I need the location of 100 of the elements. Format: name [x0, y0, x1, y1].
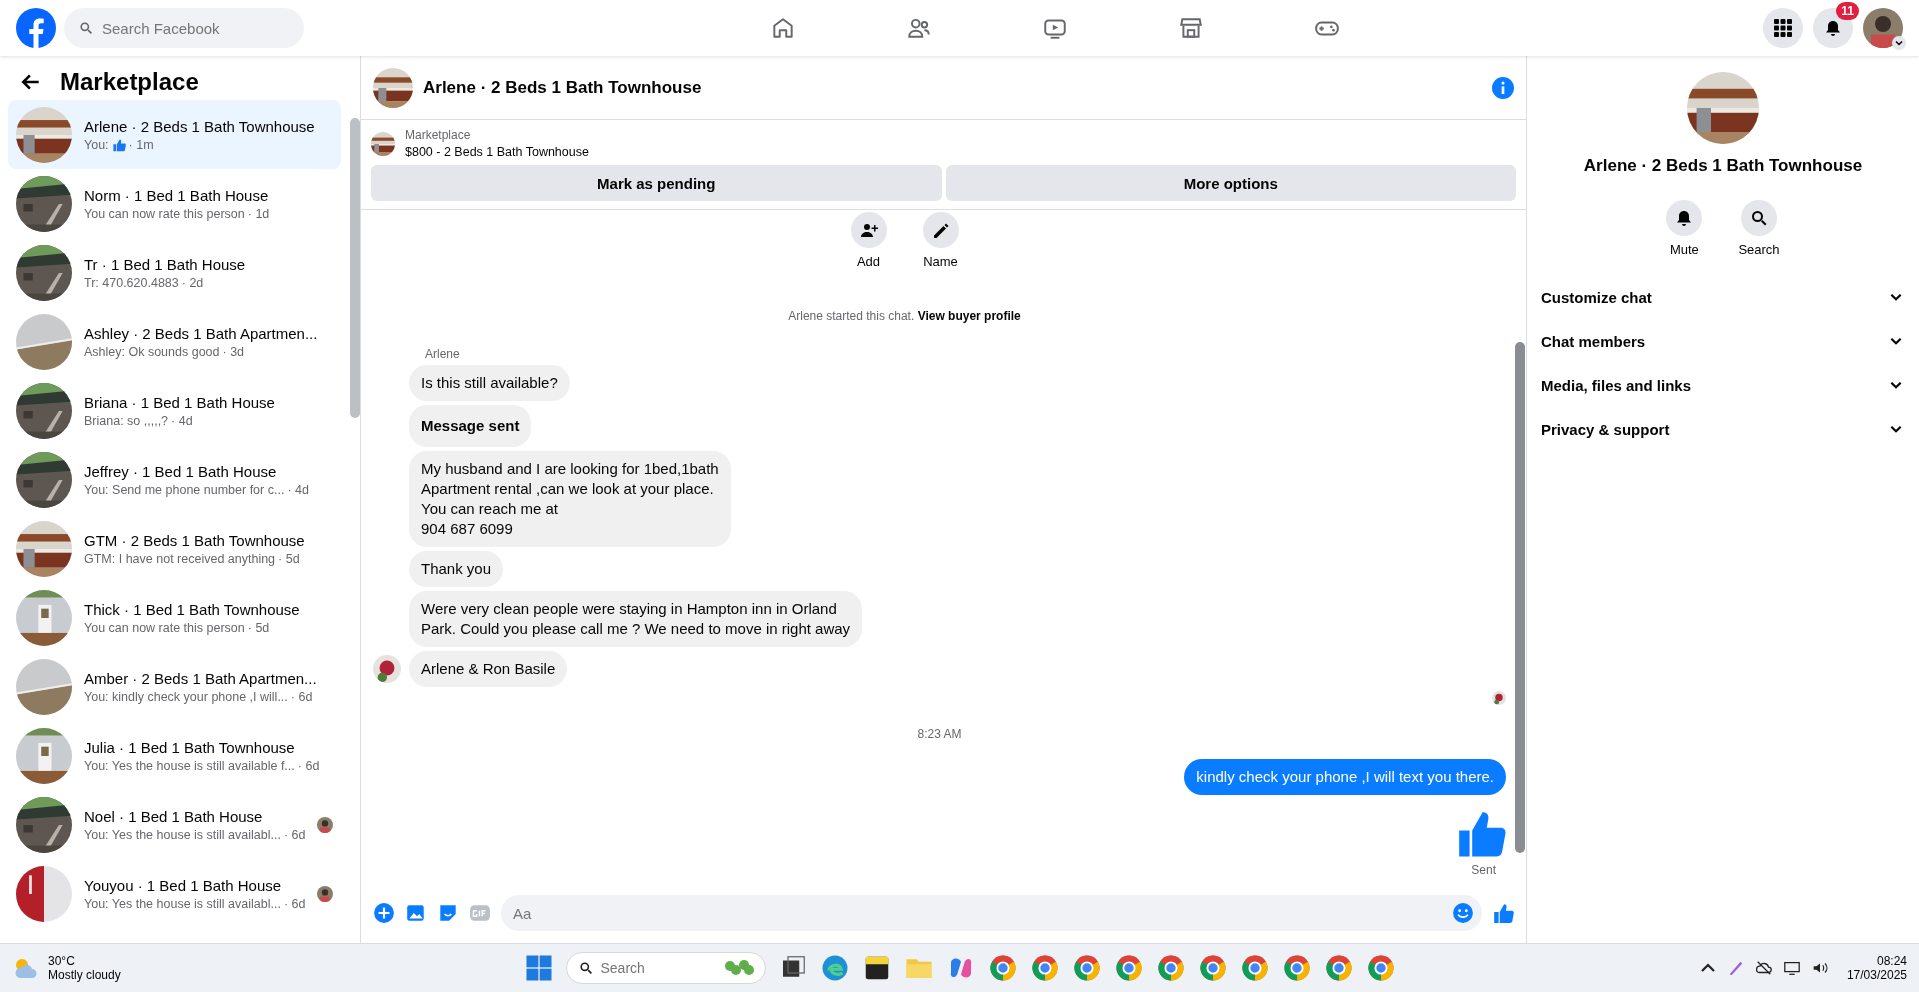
thumbs-up-icon[interactable]: [1492, 902, 1514, 924]
search-icon: [78, 20, 94, 36]
conversation-title: Noel · 1 Bed 1 Bath House: [84, 807, 264, 825]
action-label: Name: [923, 254, 958, 269]
cloud-off-icon[interactable]: [1754, 959, 1773, 977]
message-preview: You: kindly check your phone ,I will...: [84, 689, 288, 704]
conversation-item[interactable]: Ashley · 2 Beds 1 Bath Apartmen... Ashley: Ok sounds good · 3d: [8, 307, 342, 376]
clock-time[interactable]: 08:24: [1876, 954, 1907, 968]
section-toggle[interactable]: Privacy & support: [1541, 407, 1903, 451]
conversation-title: Norm · 1 Bed 1 Bath House: [84, 186, 270, 204]
search-icon: [577, 960, 594, 976]
conversation-item[interactable]: Thick · 1 Bed 1 Bath Townhouse You can now rate this person · 5d: [8, 583, 342, 652]
message-bubble: Thank you: [409, 551, 504, 587]
message-time: · 5d: [247, 620, 270, 635]
sender-name: Arlene: [425, 347, 461, 361]
browser-icon[interactable]: [1197, 953, 1228, 983]
conversation-item[interactable]: Arlene · 2 Beds 1 Bath Townhouse You: · 1m: [8, 100, 342, 169]
conversation-title: Tr · 1 Bed 1 Bath House: [84, 255, 247, 273]
page-title: Marketplace: [60, 68, 199, 96]
conversation-title: Thick · 1 Bed 1 Bath Townhouse: [84, 600, 301, 618]
conversation-title: Arlene · 2 Beds 1 Bath Townhouse: [84, 117, 316, 135]
message-preview: You can now rate this person: [84, 206, 245, 221]
conversation-item[interactable]: Noel · 1 Bed 1 Bath House You: Yes the house is still availabl... · 6d: [8, 790, 342, 859]
message-preview: You: Send me phone number for c...: [84, 482, 285, 497]
emoji-icon[interactable]: [1452, 902, 1474, 924]
message-bubble: Message sent: [409, 405, 532, 447]
taskbar-search-field[interactable]: Search: [565, 952, 766, 984]
message-preview: You: Yes the house is still availabl...: [84, 896, 281, 911]
conversation-title: GTM · 2 Beds 1 Bath Townhouse: [84, 531, 306, 549]
menu-button[interactable]: [1763, 8, 1803, 48]
monitor-icon[interactable]: [1782, 959, 1801, 977]
browser-icon[interactable]: [1155, 953, 1186, 983]
conversation-item[interactable]: Julia · 1 Bed 1 Bath Townhouse You: Yes the house is still available f... · 6d: [8, 721, 342, 790]
conversation-item[interactable]: Tr · 1 Bed 1 Bath House Tr: 470.620.4883 · 2d: [8, 238, 342, 307]
browser-icon[interactable]: [1281, 953, 1312, 983]
message-time: · 4d: [171, 413, 193, 428]
temperature: 30°C: [48, 954, 76, 968]
listing-summary: $800 - 2 Beds 1 Bath Townhouse: [405, 145, 589, 159]
action-label: Search: [1738, 242, 1780, 257]
browser-icon[interactable]: [1323, 953, 1354, 983]
info-icon[interactable]: [1492, 76, 1514, 99]
message-time: · 5d: [278, 551, 300, 566]
conversation-item[interactable]: Amber · 2 Beds 1 Bath Apartmen... You: kindly check your phone ,I will... · 6d: [8, 652, 342, 721]
message-preview: You: Yes the house is still availabl...: [84, 827, 281, 842]
message-bubble: My husband and I are looking for 1bed,1bath Apartment rental ,can we look at your place. You can reach me at 904 687 6099: [409, 451, 731, 547]
message-preview: Ashley: Ok sounds good: [84, 344, 220, 359]
message-time: · 6d: [290, 689, 313, 704]
facebook-logo[interactable]: [16, 8, 56, 48]
listing-button[interactable]: More options: [945, 165, 1516, 201]
sticker-icon[interactable]: [437, 902, 459, 924]
listing-button[interactable]: Mark as pending: [371, 165, 942, 201]
clock-date[interactable]: 17/03/2025: [1846, 968, 1907, 982]
browser-icon[interactable]: [1113, 953, 1144, 983]
section-toggle[interactable]: Customize chat: [1541, 275, 1903, 319]
message-time: · 4d: [287, 482, 309, 497]
chat-title: Arlene · 2 Beds 1 Bath Townhouse: [423, 77, 703, 98]
action-button[interactable]: [922, 212, 959, 248]
action-icon: [1749, 208, 1769, 228]
plus-icon[interactable]: [373, 902, 395, 924]
action-button[interactable]: [850, 212, 887, 248]
browser-icon[interactable]: [1239, 953, 1270, 983]
notifications-button[interactable]: [1813, 8, 1853, 48]
section-toggle[interactable]: Chat members: [1541, 319, 1903, 363]
message-preview: Tr: 470.620.4883: [84, 275, 179, 290]
conversation-item[interactable]: Youyou · 1 Bed 1 Bath House You: Yes the house is still availabl... · 6d: [8, 859, 342, 928]
message-time: · 1d: [247, 206, 270, 221]
section-toggle[interactable]: Media, files and links: [1541, 363, 1903, 407]
conversation-item[interactable]: Briana · 1 Bed 1 Bath House Briana: so ,,,,,? · 4d: [8, 376, 342, 445]
conversation-item[interactable]: Norm · 1 Bed 1 Bath House You can now rate this person · 1d: [8, 169, 342, 238]
image-icon[interactable]: [405, 902, 427, 924]
listing-source: Marketplace: [405, 128, 472, 142]
conversation-title: Briana · 1 Bed 1 Bath House: [84, 393, 276, 411]
message-bubble: Arlene & Ron Basile: [409, 651, 568, 687]
message-time: · 6d: [283, 896, 306, 911]
message-time: · 1m: [128, 137, 154, 152]
conversation-item[interactable]: Jeffrey · 1 Bed 1 Bath House You: Send me phone number for c... · 4d: [8, 445, 342, 514]
message-preview: You:: [84, 137, 109, 152]
buyer-profile-link[interactable]: View buyer profile: [917, 309, 1021, 323]
conversation-title: Jeffrey · 1 Bed 1 Bath House: [84, 462, 278, 480]
conversation-title: Julia · 1 Bed 1 Bath Townhouse: [84, 738, 296, 756]
message-time: · 2d: [181, 275, 204, 290]
message-bubble: Is this still available?: [409, 365, 570, 401]
chat-start-notice: Arlene started this chat. View buyer profile: [787, 309, 1022, 323]
action-button[interactable]: [1666, 200, 1703, 236]
search-field[interactable]: Search Facebook: [64, 8, 304, 48]
thumbs-up-icon: [111, 137, 126, 152]
message-time: · 3d: [222, 344, 245, 359]
message-input[interactable]: Aa: [501, 895, 1482, 931]
conversation-title: Amber · 2 Beds 1 Bath Apartmen...: [84, 669, 318, 687]
store-icon[interactable]: [1177, 15, 1204, 41]
message-time: · 6d: [297, 758, 320, 773]
message-preview: Briana: so ,,,,,?: [84, 413, 169, 428]
browser-icon[interactable]: [1071, 953, 1102, 983]
browser-icon[interactable]: [1029, 953, 1060, 983]
browser-icon[interactable]: [1365, 953, 1396, 983]
action-button[interactable]: [1741, 200, 1777, 236]
conversation-title: Youyou · 1 Bed 1 Bath House: [84, 876, 283, 894]
caret-icon[interactable]: [1892, 36, 1906, 50]
browser-icon[interactable]: [987, 953, 1018, 983]
conversation-item[interactable]: GTM · 2 Beds 1 Bath Townhouse GTM: I have not received anything · 5d: [8, 514, 342, 583]
